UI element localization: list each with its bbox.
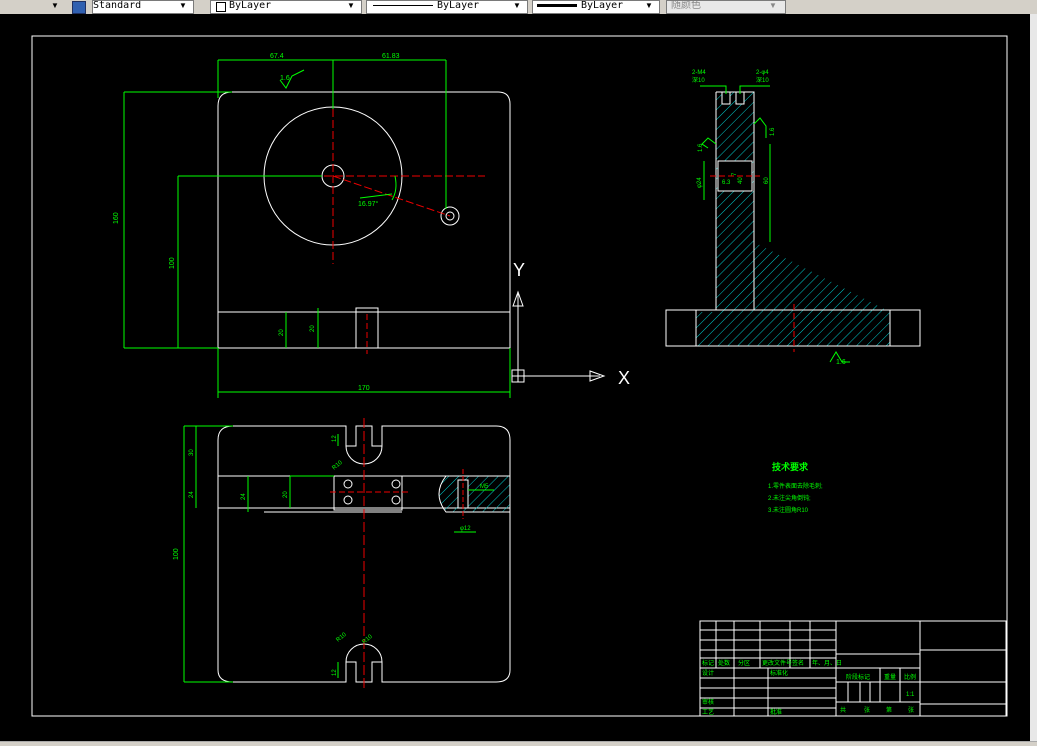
chevron-down-icon[interactable]: ▼	[50, 1, 60, 11]
tb-sheets: 共	[840, 706, 846, 714]
tb-zone: 分区	[738, 659, 750, 667]
dim-slot-a: 20	[279, 329, 285, 336]
dim-height-inner: 100	[169, 257, 176, 269]
tech-req-line-3: 3.未注圆角R10	[768, 506, 809, 514]
chevron-down-icon[interactable]: ▼	[178, 1, 188, 11]
color-select[interactable]: ByLayer	[210, 0, 362, 14]
chevron-down-icon[interactable]: ▼	[768, 1, 778, 11]
drawing-svg: 67.4 61.83 1.6 160 100 16.97° 20 20 170 …	[31, 35, 1008, 717]
tb-sheet-of: 张	[864, 706, 870, 714]
lineweight-select[interactable]: ByLayer	[532, 0, 660, 14]
tb-standard: 标准化	[770, 669, 788, 677]
roughness-bottom: 1.6	[836, 359, 846, 366]
tb-sheet-unit: 张	[908, 706, 914, 714]
callout-left: 2-M4	[692, 70, 706, 76]
side-dim-a: φ24	[697, 177, 703, 188]
callout-left-sub: 深10	[692, 76, 705, 84]
top-dim-c: 24	[189, 491, 195, 498]
color-swatch-icon	[216, 2, 226, 12]
ucs-y-label: Y	[513, 260, 525, 280]
linetype-value: ByLayer	[437, 0, 480, 11]
tech-req-title: 技术要求	[772, 461, 809, 472]
dim-height-total: 160	[113, 212, 120, 224]
dim-slot-b: 20	[310, 325, 316, 332]
tb-review: 审核	[702, 698, 714, 706]
tb-mark: 标记	[702, 659, 714, 667]
vertical-scrollbar[interactable]	[1030, 14, 1037, 741]
tb-scale-label: 比例	[904, 673, 916, 681]
roughness-top: 1.6	[280, 75, 290, 82]
tb-change-doc: 更改文件号	[762, 659, 792, 667]
top-dim-j: 12	[332, 669, 338, 676]
roughness-right: 1.6	[770, 127, 776, 136]
tb-count: 处数	[718, 659, 730, 667]
drawing-canvas[interactable]: 67.4 61.83 1.6 160 100 16.97° 20 20 170 …	[0, 14, 1030, 741]
chevron-down-icon[interactable]: ▼	[346, 1, 356, 11]
linetype-select[interactable]: ByLayer	[366, 0, 528, 14]
chevron-down-icon[interactable]: ▼	[512, 1, 522, 11]
horizontal-scrollbar[interactable]	[0, 741, 1037, 746]
color-value: ByLayer	[229, 0, 272, 11]
linetype-sample-icon	[373, 4, 433, 6]
plot-style-value: 随颜色	[671, 0, 701, 11]
top-dim-d: 24	[241, 493, 247, 500]
top-dim-h: R10	[335, 631, 348, 643]
tb-process: 工艺	[702, 708, 714, 716]
lineweight-value: ByLayer	[581, 0, 624, 11]
top-dim-a: 12	[332, 435, 338, 442]
side-dim-b: 60	[764, 177, 770, 184]
tb-stage: 阶段标记	[846, 673, 870, 681]
tb-date: 年、月、日	[812, 659, 842, 667]
side-view: 2-M4 深10 2-φ4 深10 1.6 1.6 φ24 60 7 6.3 4…	[665, 70, 921, 366]
top-dim-b: 30	[189, 449, 195, 456]
title-block	[699, 620, 1007, 717]
properties-toolbar: ▼ Standard ▼ ByLayer ▼ ByLayer ▼ ByLayer…	[0, 0, 1037, 15]
tech-req-line-1: 1.零件表面去除毛刺;	[768, 482, 823, 490]
tb-approve: 批准	[770, 708, 782, 716]
top-dim-f: 100	[173, 548, 180, 560]
technical-requirements: 技术要求 1.零件表面去除毛刺; 2.未注尖角倒钝; 3.未注圆角R10	[768, 461, 823, 514]
dim-angle: 16.97°	[358, 200, 379, 208]
lineweight-sample-icon	[537, 3, 577, 7]
top-dim-i: R10	[361, 633, 374, 645]
tb-design: 设计	[702, 669, 714, 677]
front-view: 67.4 61.83 1.6 160 100 16.97° 20 20 170	[113, 53, 511, 398]
chevron-down-icon[interactable]: ▼	[644, 1, 654, 11]
dim-top-left: 67.4	[270, 53, 284, 60]
top-view: 12 100 30 24 24 20 R10 R10 R10 12 φ12 M5	[173, 418, 511, 690]
top-dim-e: 20	[283, 491, 289, 498]
callout-right-sub: 深10	[756, 76, 769, 84]
top-dim-k: φ12	[460, 526, 471, 532]
ucs-icon: Y X	[511, 260, 630, 388]
side-dim-d: 6.3	[722, 180, 731, 186]
callout-right: 2-φ4	[756, 70, 769, 76]
side-dim-e: 40	[738, 177, 744, 184]
dim-bottom-width: 170	[358, 385, 370, 392]
tb-sheet-no: 第	[886, 706, 892, 714]
roughness-left: 1.6	[698, 143, 704, 152]
text-style-value: Standard	[93, 0, 142, 11]
tech-req-line-2: 2.未注尖角倒钝;	[768, 494, 811, 502]
dim-top-right: 61.83	[382, 53, 400, 60]
tb-scale: 1:1	[906, 692, 915, 698]
top-dim-g: R10	[331, 459, 344, 471]
tb-weight: 重量	[884, 673, 896, 681]
top-dim-l: M5	[480, 484, 489, 490]
text-style-icon[interactable]	[72, 1, 86, 14]
tb-sign: 签名	[792, 659, 804, 667]
ucs-x-label: X	[618, 368, 630, 388]
